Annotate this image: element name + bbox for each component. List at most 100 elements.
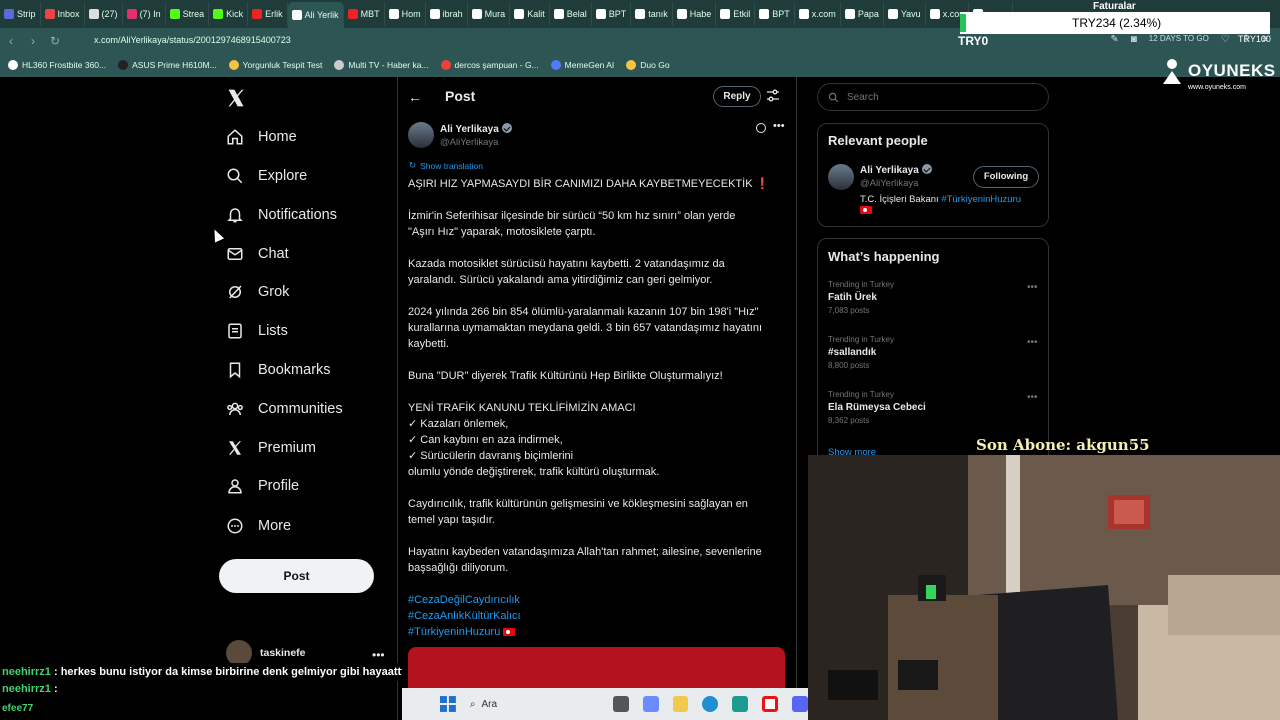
reply-button[interactable]: Reply <box>713 86 761 107</box>
nav-grok[interactable]: Grok <box>226 279 289 305</box>
browser-tab[interactable]: Etkil <box>716 2 756 26</box>
nav-chat[interactable]: Chat <box>226 241 289 267</box>
relevant-person-name-row[interactable]: Ali Yerlikaya <box>860 164 932 176</box>
bio-hashtag[interactable]: #TürkiyeninHuzuru <box>941 194 1021 205</box>
taskbar-search[interactable]: ⌕ Ara <box>470 699 599 710</box>
browser-tab[interactable]: Ali Yerlik <box>287 2 344 28</box>
browser-tab[interactable]: BPT <box>592 2 632 26</box>
opera-icon[interactable] <box>762 696 779 712</box>
tab-label: Papa <box>857 9 879 19</box>
bookmark-item[interactable]: Duo Go <box>626 60 670 70</box>
relevant-person-handle[interactable]: @AliYerlikaya <box>860 178 918 189</box>
nav-lists[interactable]: Lists <box>226 318 288 344</box>
heart-icon[interactable]: ♡ <box>1221 34 1230 45</box>
camera-icon[interactable]: ◙ <box>1131 34 1137 45</box>
mail-icon <box>227 248 243 260</box>
nav-bookmarks-label: Bookmarks <box>258 362 331 378</box>
nav-bookmarks[interactable]: Bookmarks <box>226 357 331 383</box>
post-paragraphs: İzmir'in Seferihisar ilçesinde bir sürüc… <box>408 208 786 576</box>
edge-icon[interactable] <box>702 696 719 712</box>
author-avatar[interactable] <box>408 122 434 148</box>
post-paragraph: Kazada motosiklet sürücüsü hayatını kayb… <box>408 256 786 288</box>
bookmark-item[interactable]: Multi TV - Haber ka... <box>334 60 429 70</box>
windows-start-icon[interactable] <box>440 696 456 712</box>
browser-tab[interactable]: Kick <box>209 2 249 26</box>
translate-icon: ↻ <box>409 160 417 170</box>
oyuneks-logo-icon <box>1163 59 1181 84</box>
post-hashtag[interactable]: #CezaAnlıkKültürKalıcı <box>408 608 786 624</box>
browser-tab[interactable]: Erlik <box>248 2 288 26</box>
tab-favicon-icon <box>388 9 399 19</box>
browser-tab[interactable]: Papa <box>841 2 884 26</box>
browser-tab[interactable]: Inbox <box>41 2 85 26</box>
relevant-person-avatar[interactable] <box>828 164 854 190</box>
nav-home[interactable]: Home <box>226 124 297 150</box>
file-explorer-icon[interactable] <box>672 696 689 712</box>
browser-tab[interactable]: Belal <box>550 2 592 26</box>
browser-tab[interactable]: x.com <box>795 2 841 26</box>
post-hashtag[interactable]: #CezaDeğilCaydırıcılık <box>408 592 786 608</box>
reload-icon[interactable]: ↻ <box>44 34 66 48</box>
nav-explore[interactable]: Explore <box>226 163 307 189</box>
nav-more[interactable]: More <box>226 513 291 539</box>
edit-icon[interactable]: ✎ <box>1110 34 1118 45</box>
browser-tab[interactable]: Hom <box>385 2 426 26</box>
trend-more-icon[interactable]: ••• <box>1027 282 1038 293</box>
bookmark-label: Duo Go <box>640 60 670 70</box>
bookmark-item[interactable]: Yorgunluk Tespit Test <box>228 60 322 70</box>
store-icon[interactable] <box>732 696 749 712</box>
trend-item[interactable]: Trending in Turkey Fatih Ürek 7,083 post… <box>828 280 894 315</box>
trend-item[interactable]: Trending in Turkey Ela Rümeysa Cebeci 8,… <box>828 390 926 425</box>
bookmark-item[interactable]: MemeGen AI <box>550 60 614 70</box>
tab-favicon-icon <box>4 9 14 19</box>
trend-name: #sallandık <box>828 347 877 358</box>
browser-tab[interactable]: (27) <box>85 2 123 26</box>
browser-tab[interactable]: MBT <box>344 2 385 26</box>
task-view-icon[interactable] <box>612 696 629 712</box>
trend-item[interactable]: Trending in Turkey #sallandık 8,800 post… <box>828 335 894 370</box>
filter-icon[interactable] <box>767 89 779 103</box>
browser-tab[interactable]: BPT <box>755 2 795 26</box>
browser-tab[interactable]: Yavu <box>884 2 926 26</box>
back-arrow-icon[interactable]: ← <box>408 89 422 105</box>
post-button[interactable]: Post <box>219 559 374 593</box>
url-field[interactable]: x.com/AliYerlikaya/status/20012974689154… <box>82 32 952 49</box>
back-arrow-icon[interactable]: ‹ <box>0 34 22 48</box>
grok-icon[interactable] <box>756 123 766 133</box>
nav-communities[interactable]: Communities <box>226 396 343 422</box>
copilot-icon[interactable] <box>642 696 659 712</box>
post-image[interactable] <box>408 647 785 692</box>
search-input[interactable]: Search <box>817 83 1049 111</box>
post-line: Kazada motosiklet sürücüsü hayatını kayb… <box>408 258 725 270</box>
browser-tab[interactable]: Strea <box>166 2 210 26</box>
x-logo-icon[interactable] <box>226 88 246 108</box>
bookmark-item[interactable]: HL360 Frostbite 360... <box>8 60 106 70</box>
author-name-row[interactable]: Ali Yerlikaya <box>440 123 512 135</box>
following-button[interactable]: Following <box>973 166 1039 188</box>
bookmark-item[interactable]: dercos şampuan - G... <box>440 60 539 70</box>
bookmark-item[interactable]: ASUS Prime H610M... <box>118 60 217 70</box>
account-more-icon[interactable]: ••• <box>372 648 385 662</box>
nav-profile[interactable]: Profile <box>226 473 299 499</box>
author-handle[interactable]: @AliYerlikaya <box>440 137 498 148</box>
browser-tab[interactable]: Strip <box>0 2 41 26</box>
browser-tab[interactable]: Mura <box>468 2 511 26</box>
post-hashtag[interactable]: #TürkiyeninHuzuru <box>408 624 786 640</box>
browser-tab[interactable]: tanık <box>631 2 673 26</box>
browser-tab[interactable]: (7) In <box>123 2 166 26</box>
nav-premium[interactable]: Premium <box>226 435 316 461</box>
post-more-icon[interactable]: ••• <box>773 120 785 132</box>
show-translation-link[interactable]: ↻ Show translation <box>409 160 483 171</box>
trend-category: Trending in Turkey <box>828 280 894 289</box>
tab-favicon-icon <box>213 9 224 19</box>
browser-tab[interactable]: Kalit <box>510 2 550 26</box>
trend-more-icon[interactable]: ••• <box>1027 392 1038 403</box>
trend-more-icon[interactable]: ••• <box>1027 337 1038 348</box>
discord-icon[interactable] <box>792 696 809 712</box>
browser-tab[interactable]: ibrah <box>426 2 468 26</box>
post-line: temel yapı taşıdır. <box>408 514 495 526</box>
try-right-label: TRY100 <box>1238 34 1271 44</box>
browser-tab[interactable]: Habe <box>673 2 717 26</box>
nav-notifications[interactable]: Notifications <box>226 202 337 228</box>
forward-arrow-icon[interactable]: › <box>22 34 44 48</box>
